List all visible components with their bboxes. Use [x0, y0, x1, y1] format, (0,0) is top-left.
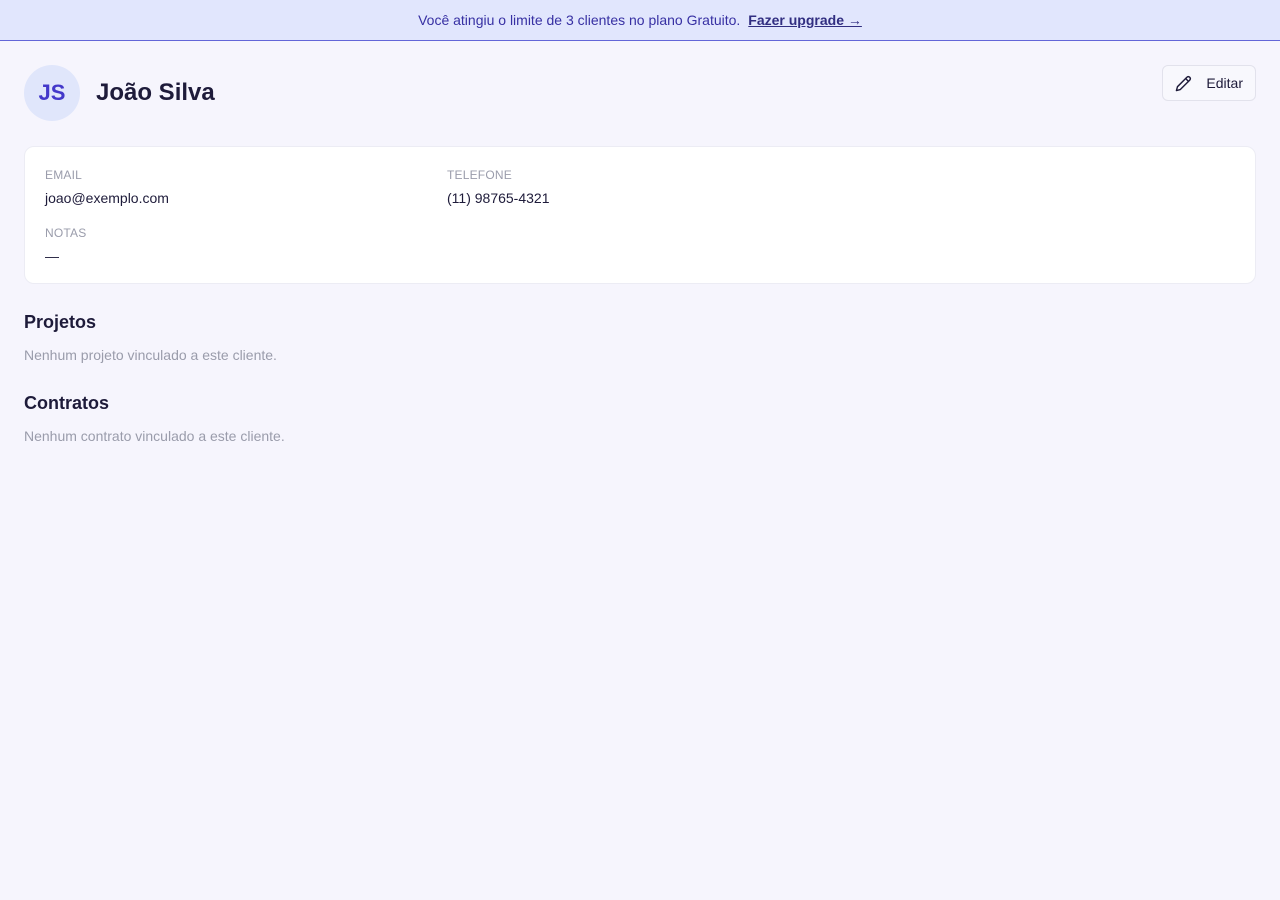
- client-details-card: EMAIL joao@exemplo.com TELEFONE (11) 987…: [24, 146, 1256, 284]
- notes-field: NOTAS —: [45, 225, 447, 265]
- upgrade-link[interactable]: Fazer upgrade →: [748, 12, 862, 28]
- phone-field: TELEFONE (11) 98765-4321: [447, 167, 1235, 207]
- email-field: EMAIL joao@exemplo.com: [45, 167, 447, 207]
- notes-value: —: [45, 248, 59, 264]
- contracts-title: Contratos: [24, 393, 109, 413]
- plan-limit-banner: Você atingiu o limite de 3 clientes no p…: [0, 0, 1280, 41]
- client-detail-page: JS João Silva Editar EMAIL joao@exemplo.…: [0, 41, 1280, 444]
- projects-empty-text: Nenhum projeto vinculado a este cliente.: [24, 347, 277, 363]
- edit-button-label: Editar: [1206, 75, 1243, 91]
- phone-value: (11) 98765-4321: [447, 190, 550, 206]
- pencil-icon: [1175, 75, 1192, 92]
- email-value: joao@exemplo.com: [45, 190, 169, 206]
- banner-message: Você atingiu o limite de 3 clientes no p…: [418, 12, 741, 28]
- email-label: EMAIL: [45, 168, 83, 182]
- phone-label: TELEFONE: [447, 168, 512, 182]
- client-header: JS João Silva Editar: [24, 65, 1256, 121]
- edit-button[interactable]: Editar: [1162, 65, 1256, 101]
- client-identity: JS João Silva: [24, 65, 215, 121]
- page-title: João Silva: [96, 79, 215, 106]
- notes-label: NOTAS: [45, 226, 87, 240]
- avatar: JS: [24, 65, 80, 121]
- projects-title: Projetos: [24, 312, 97, 332]
- contracts-empty-text: Nenhum contrato vinculado a este cliente…: [24, 428, 285, 444]
